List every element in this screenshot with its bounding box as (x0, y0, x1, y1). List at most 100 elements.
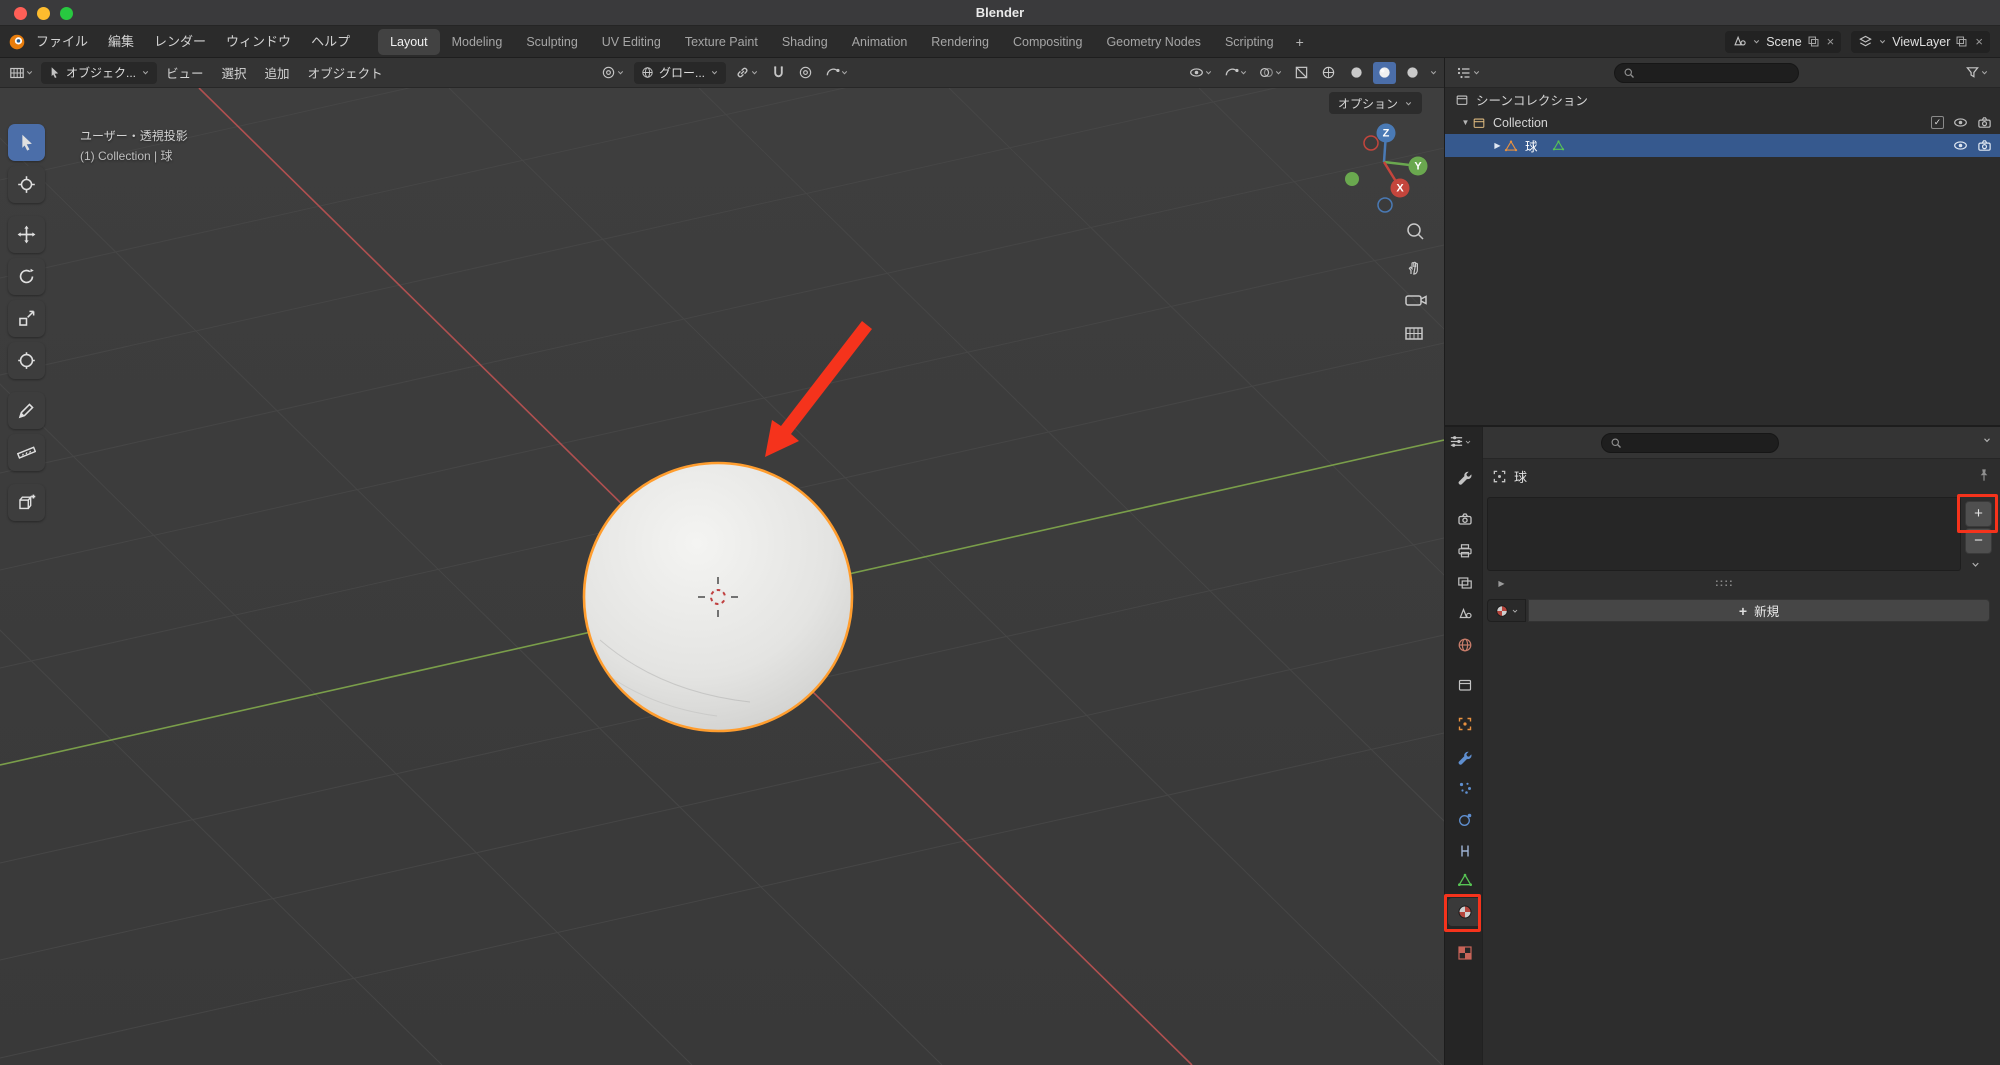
minimize-window-button[interactable] (37, 7, 50, 20)
tab-constraints[interactable] (1448, 837, 1481, 865)
shading-solid-button[interactable] (1345, 62, 1368, 84)
tool-annotate[interactable] (8, 392, 45, 429)
shading-rendered-button[interactable] (1401, 62, 1424, 84)
hide-eye-icon[interactable] (1953, 138, 1968, 153)
collection-checkbox[interactable]: ✓ (1931, 116, 1944, 129)
toggle-perspective-button[interactable] (1405, 327, 1423, 340)
gizmos-dropdown-button[interactable] (1221, 62, 1251, 84)
workspace-tab-modeling[interactable]: Modeling (440, 29, 515, 55)
chevron-down-icon[interactable] (1429, 68, 1438, 77)
pan-hand-button[interactable] (1408, 261, 1418, 275)
viewport-3d[interactable]: Z Y X ユーザー・透視投影 (1) Collection | 球 オプション (0, 88, 1444, 1065)
tab-tool[interactable] (1448, 464, 1481, 492)
browse-material-button[interactable] (1487, 599, 1526, 622)
scene-selector[interactable]: Scene × (1725, 30, 1842, 53)
menu-object[interactable]: オブジェクト (299, 63, 392, 82)
proportional-falloff-button[interactable] (822, 62, 852, 84)
menu-add[interactable]: 追加 (256, 63, 299, 82)
hide-eye-icon[interactable] (1953, 115, 1968, 130)
unlink-scene-icon[interactable]: × (1825, 34, 1835, 49)
outliner-row-sphere[interactable]: ▶ 球 (1445, 134, 2000, 157)
copy-icon[interactable] (1955, 35, 1968, 48)
sphere-object[interactable] (582, 461, 854, 733)
viewport-canvas[interactable]: Z Y X (0, 88, 1444, 1065)
disable-render-camera-icon[interactable] (1977, 138, 1992, 153)
menu-window[interactable]: ウィンドウ (216, 26, 301, 58)
proportional-editing-button[interactable] (795, 62, 816, 84)
tool-cursor[interactable] (8, 166, 45, 203)
viewport-options-button[interactable]: オプション (1328, 92, 1422, 114)
tab-view-layer[interactable] (1448, 569, 1481, 597)
tab-texture[interactable] (1448, 939, 1481, 967)
outliner-row-scene-collection[interactable]: シーンコレクション (1445, 88, 2000, 111)
menu-view[interactable]: ビュー (157, 63, 213, 82)
tab-render[interactable] (1448, 505, 1481, 533)
blender-logo-icon[interactable] (8, 33, 26, 51)
gizmo-minus-z-axis[interactable] (1377, 197, 1393, 213)
workspace-tab-layout[interactable]: Layout (378, 28, 440, 55)
outliner-filter-button[interactable] (1962, 62, 1992, 84)
camera-view-button[interactable] (1405, 295, 1427, 306)
tool-select-box[interactable] (8, 124, 45, 161)
tool-move[interactable] (8, 216, 45, 253)
editor-type-button[interactable] (6, 62, 37, 84)
workspace-tab-compositing[interactable]: Compositing (1001, 29, 1094, 55)
tool-scale[interactable] (8, 300, 45, 337)
transform-orientation-dropdown[interactable]: グロー... (634, 61, 727, 84)
workspace-tab-uv-editing[interactable]: UV Editing (590, 29, 673, 55)
disable-render-camera-icon[interactable] (1977, 115, 1992, 130)
tab-modifiers[interactable] (1448, 744, 1481, 772)
transform-pivot-button[interactable] (598, 62, 628, 84)
material-slot-list[interactable] (1487, 497, 1961, 571)
remove-view-layer-icon[interactable]: × (1973, 34, 1983, 49)
workspace-tab-geometry-nodes[interactable]: Geometry Nodes (1094, 29, 1212, 55)
add-workspace-button[interactable]: + (1286, 34, 1314, 50)
properties-search-input[interactable] (1601, 433, 1779, 453)
tab-output[interactable] (1448, 537, 1481, 565)
workspace-tab-shading[interactable]: Shading (770, 29, 840, 55)
outliner-row-collection[interactable]: ▼ Collection ✓ (1445, 111, 2000, 134)
tab-object[interactable] (1448, 710, 1481, 738)
gizmo-minus-y-axis[interactable] (1345, 172, 1359, 186)
tab-particles[interactable] (1448, 774, 1481, 802)
new-material-button[interactable]: + 新規 (1528, 599, 1990, 622)
menu-help[interactable]: ヘルプ (301, 26, 360, 58)
workspace-tab-scripting[interactable]: Scripting (1213, 29, 1286, 55)
copy-icon[interactable] (1807, 35, 1820, 48)
expand-panel-arrow-icon[interactable]: ▶ (1495, 579, 1508, 588)
menu-file[interactable]: ファイル (26, 26, 98, 58)
tab-scene[interactable] (1448, 600, 1481, 628)
mode-dropdown[interactable]: オブジェク... (41, 61, 158, 84)
workspace-tab-animation[interactable]: Animation (840, 29, 920, 55)
snap-target-button[interactable] (732, 62, 762, 84)
properties-editor-type-button[interactable] (1449, 434, 1472, 449)
tool-transform[interactable] (8, 342, 45, 379)
tool-add-cube[interactable] (8, 484, 45, 521)
shading-wireframe-button[interactable] (1317, 62, 1340, 84)
chevron-down-icon[interactable] (1982, 435, 1992, 445)
outliner-editor-type-button[interactable] (1453, 62, 1484, 84)
xray-toggle-button[interactable] (1291, 62, 1312, 84)
outliner-search-input[interactable] (1614, 62, 1799, 83)
workspace-tab-rendering[interactable]: Rendering (919, 29, 1001, 55)
menu-render[interactable]: レンダー (144, 26, 216, 58)
tab-collection[interactable] (1448, 671, 1481, 699)
pin-icon[interactable] (1977, 468, 1991, 482)
snap-toggle-button[interactable] (768, 62, 789, 84)
tab-world[interactable] (1448, 631, 1481, 659)
overlays-dropdown-button[interactable] (1256, 62, 1286, 84)
tab-object-data[interactable] (1448, 866, 1481, 894)
visibility-dropdown-button[interactable] (1186, 62, 1216, 84)
material-specials-chevron-icon[interactable] (1970, 559, 1981, 570)
expand-arrow-icon[interactable]: ▼ (1459, 118, 1472, 127)
view-layer-selector[interactable]: ViewLayer × (1851, 30, 1990, 53)
zoom-window-button[interactable] (60, 7, 73, 20)
tool-measure[interactable] (8, 434, 45, 471)
close-window-button[interactable] (14, 7, 27, 20)
gizmo-minus-x-axis[interactable] (1363, 135, 1379, 151)
tab-physics[interactable] (1448, 806, 1481, 834)
collapse-arrow-icon[interactable]: ▶ (1491, 141, 1504, 150)
menu-edit[interactable]: 編集 (98, 26, 144, 58)
menu-select[interactable]: 選択 (213, 63, 256, 82)
workspace-tab-texture-paint[interactable]: Texture Paint (673, 29, 770, 55)
